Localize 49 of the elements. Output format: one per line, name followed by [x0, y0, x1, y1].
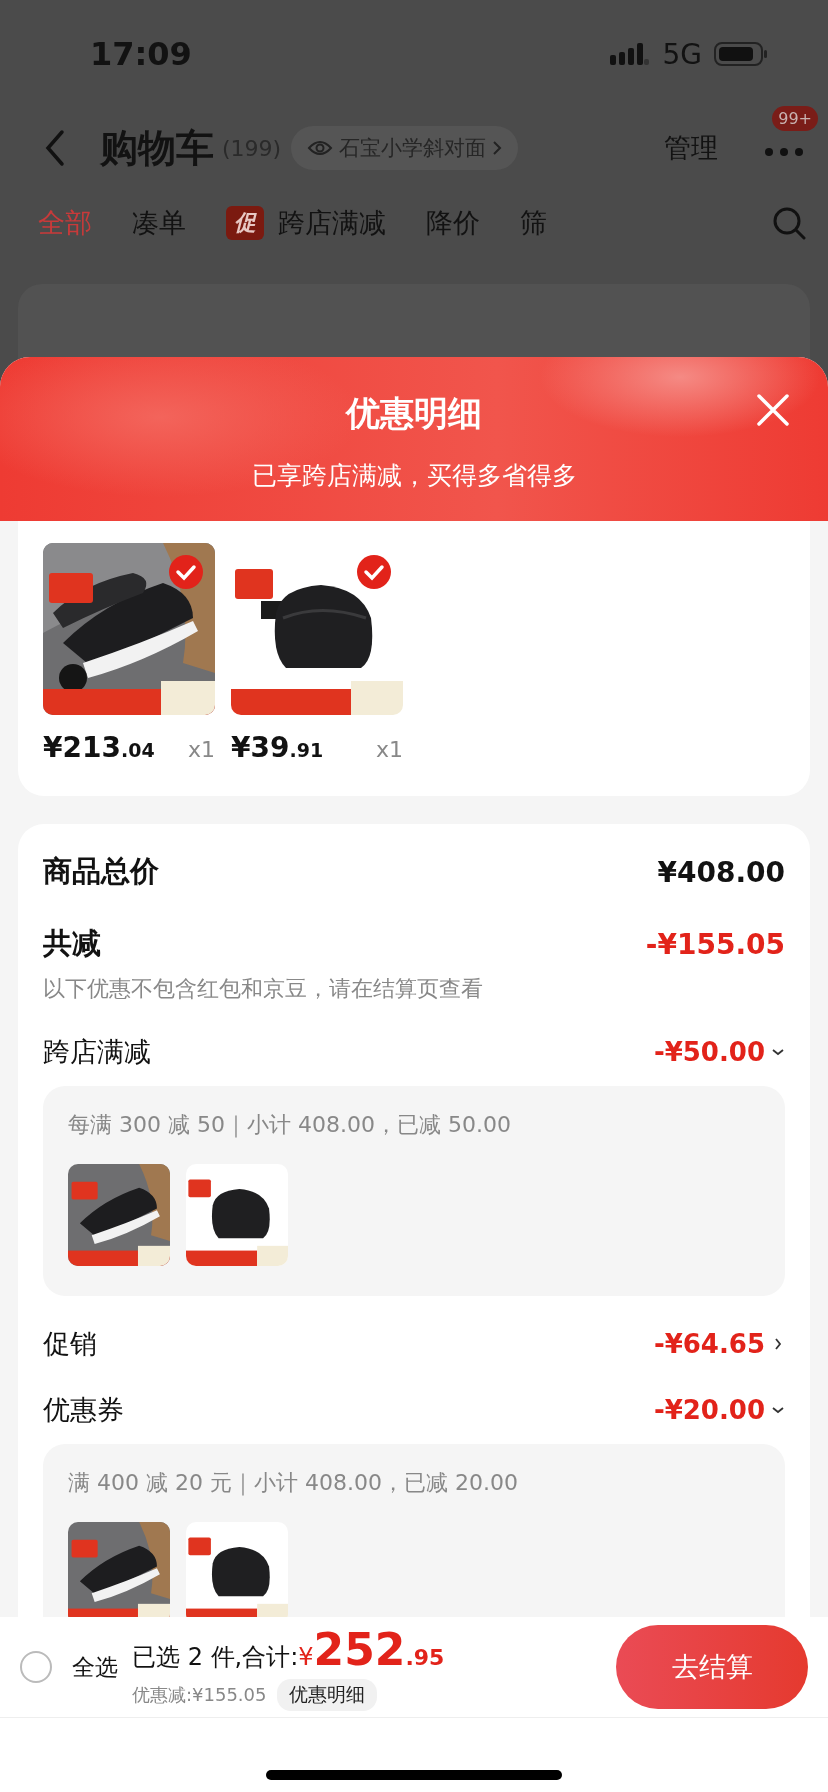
battery-icon [714, 41, 768, 67]
filter-tab[interactable]: 筛 [520, 205, 547, 241]
chevron-icon [492, 140, 503, 156]
filter-tab[interactable]: 促 跨店满减 [226, 205, 386, 241]
filter-tab[interactable]: 降价 [426, 205, 480, 241]
total-value: ¥408.00 [657, 855, 785, 889]
checked-icon[interactable] [357, 555, 391, 589]
checked-icon[interactable] [169, 555, 203, 589]
promo-tag: 促 [226, 206, 264, 240]
product-price: ¥39.91 [231, 731, 324, 764]
back-icon[interactable] [44, 129, 66, 167]
filter-tab[interactable]: 凑单 [132, 205, 186, 241]
product-quantity: x1 [187, 737, 215, 762]
discount-toggle[interactable]: -¥64.65 [653, 1329, 785, 1359]
selection-summary: 已选 2 件,合计: [132, 1641, 299, 1673]
discount-rule: 每满 300 减 50｜小计 408.00，已减 50.00 [68, 1111, 512, 1140]
chevron-icon [771, 1405, 785, 1415]
signal-icon [610, 41, 651, 67]
product-price: ¥213.04 [43, 731, 155, 764]
reduction-note: 以下优惠不包含红包和京豆，请在结算页查看 [43, 975, 484, 1003]
chevron-icon [773, 1337, 783, 1351]
saved-amount: 优惠减:¥155.05 [132, 1682, 267, 1707]
select-all-label: 全选 [72, 1652, 118, 1682]
discount-toggle[interactable]: -¥20.00 [653, 1395, 785, 1425]
details-button[interactable]: 优惠明细 [276, 1678, 377, 1711]
discount-label: 促销 [43, 1327, 97, 1361]
eye-icon [307, 139, 334, 157]
reduction-value: -¥155.05 [645, 927, 785, 961]
sheet-subtitle: 已享跨店满减，买得多省得多 [251, 460, 577, 492]
checkout-button[interactable]: 去结算 [616, 1625, 808, 1709]
page-title: 购物车 [100, 124, 214, 172]
total-amount: ¥252.95 [298, 1623, 445, 1675]
close-icon[interactable] [756, 393, 790, 427]
more-icon[interactable] [764, 146, 804, 157]
total-label: 商品总价 [43, 853, 159, 890]
chevron-icon [771, 1047, 785, 1057]
discount-rule: 满 400 减 20 元｜小计 408.00，已减 20.00 [68, 1469, 519, 1498]
network-label: 5G [662, 37, 702, 71]
reduction-label: 共减 [43, 925, 101, 962]
sheet-title: 优惠明细 [346, 392, 482, 435]
notification-badge: 99+ [772, 105, 818, 131]
search-icon[interactable] [772, 206, 806, 240]
manage-button[interactable]: 管理 [658, 129, 724, 167]
discount-label: 跨店满减 [43, 1035, 151, 1069]
discount-toggle[interactable]: -¥50.00 [653, 1037, 785, 1067]
product-quantity: x1 [375, 737, 403, 762]
status-time: 17:09 [90, 35, 192, 73]
select-all-checkbox[interactable] [20, 1651, 52, 1683]
discount-label: 优惠券 [43, 1393, 124, 1427]
